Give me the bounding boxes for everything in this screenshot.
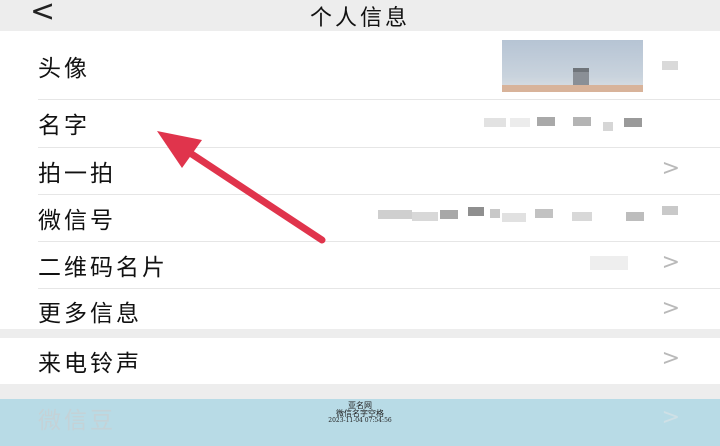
red-arrow [157, 131, 326, 244]
